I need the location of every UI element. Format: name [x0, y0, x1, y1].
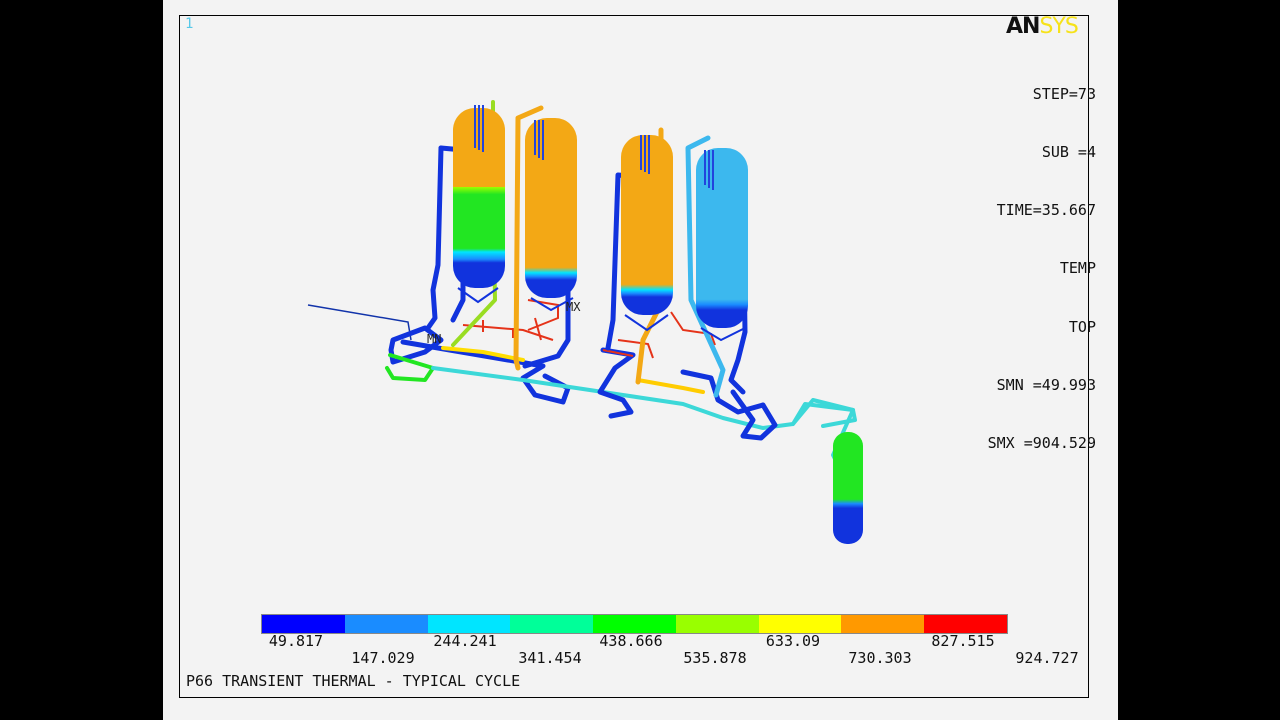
- legend-value: 341.454: [518, 649, 582, 667]
- vessel-1: [453, 105, 505, 288]
- legend-value: 147.029: [351, 649, 415, 667]
- piping-model[interactable]: MN MX: [163, 0, 1118, 720]
- legend-band-1: [262, 615, 345, 633]
- min-marker: MN: [427, 332, 441, 346]
- legend-value: 49.817: [268, 632, 324, 650]
- legend-band-9: [924, 615, 1008, 633]
- legend-band-3: [427, 615, 511, 633]
- legend-value: 438.666: [599, 632, 663, 650]
- plot-title: P66 TRANSIENT THERMAL - TYPICAL CYCLE: [186, 672, 521, 690]
- vessel-small: [833, 432, 863, 544]
- max-marker: MX: [566, 300, 581, 314]
- legend-band-6: [675, 615, 759, 633]
- vessel-3: [621, 135, 673, 315]
- legend-band-4: [510, 615, 594, 633]
- legend-value: 827.515: [931, 632, 995, 650]
- legend-band-7: [758, 615, 842, 633]
- hot-branches: [462, 299, 716, 359]
- legend-band-5: [593, 615, 676, 633]
- base-piping: [385, 325, 857, 467]
- contour-legend-bar: [261, 614, 1008, 634]
- legend-value: 535.878: [683, 649, 747, 667]
- vessel-2: [525, 118, 577, 298]
- legend-value: 244.241: [433, 632, 497, 650]
- legend-value: 633.09: [765, 632, 821, 650]
- legend-band-8: [841, 615, 925, 633]
- legend-value: 924.727: [1015, 649, 1079, 667]
- legend-value: 730.303: [848, 649, 912, 667]
- graphics-viewport[interactable]: 1 ANSYS STEP=73 SUB =4 TIME=35.667 TEMP …: [163, 0, 1118, 720]
- legend-band-2: [344, 615, 428, 633]
- pipe-line: [307, 304, 412, 341]
- vessel-4: [696, 148, 748, 328]
